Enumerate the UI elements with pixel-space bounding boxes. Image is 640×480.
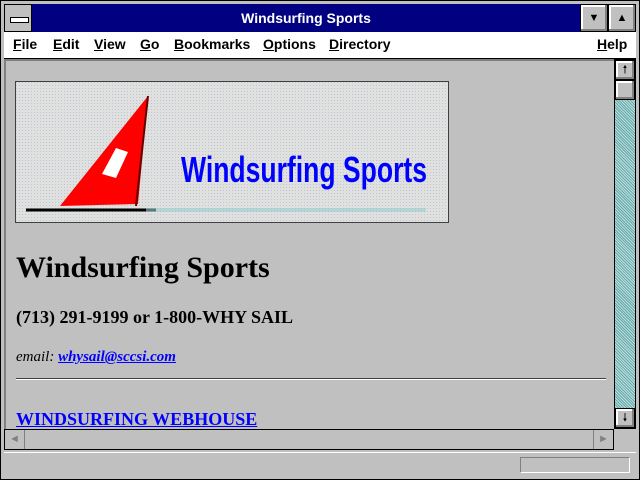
page-content[interactable]: Windsurfing Sports Windsurfing Sports (7… <box>4 59 614 429</box>
scroll-right-button[interactable]: ► <box>593 430 613 449</box>
menu-help[interactable]: Help <box>597 36 627 52</box>
menu-options[interactable]: Options <box>263 36 316 52</box>
menu-directory[interactable]: Directory <box>329 36 390 52</box>
menu-bar: File Edit View Go Bookmarks Options Dire… <box>4 32 636 59</box>
menu-edit[interactable]: Edit <box>53 36 79 52</box>
email-label: email: <box>16 349 55 365</box>
progress-indicator <box>520 457 630 473</box>
banner-image: Windsurfing Sports <box>15 81 449 223</box>
scroll-thumb[interactable] <box>615 80 635 100</box>
minimize-button[interactable]: ▼ <box>580 4 608 32</box>
phone-number: (713) 291-9199 or 1-800-WHY SAIL <box>16 307 293 327</box>
email-link[interactable]: whysail@sccsi.com <box>58 349 176 365</box>
scroll-left-button[interactable]: ◄ <box>5 430 25 449</box>
window-title: Windsurfing Sports <box>241 10 371 26</box>
water-line <box>146 208 426 212</box>
email-line: email: whysail@sccsi.com <box>16 349 176 366</box>
menu-file[interactable]: File <box>13 36 37 52</box>
title-bar[interactable]: Windsurfing Sports ▼ ▲ <box>4 4 636 32</box>
scroll-up-button[interactable]: 🠕 <box>615 60 635 80</box>
menu-go[interactable]: Go <box>140 36 159 52</box>
webhouse-link[interactable]: WINDSURFING WEBHOUSE <box>16 409 257 429</box>
maximize-button[interactable]: ▲ <box>608 4 636 32</box>
banner-graphic: Windsurfing Sports <box>16 82 448 222</box>
system-menu-button[interactable] <box>4 4 32 32</box>
page-heading: Windsurfing Sports <box>16 251 270 284</box>
menu-bookmarks[interactable]: Bookmarks <box>174 36 250 52</box>
system-menu-icon <box>10 17 29 23</box>
menu-view[interactable]: View <box>94 36 126 52</box>
menu-file-rest: ile <box>21 36 38 52</box>
scroll-down-button[interactable]: 🠗 <box>615 408 635 428</box>
banner-title: Windsurfing Sports <box>181 149 427 190</box>
scrollbar-corner <box>614 429 636 450</box>
vertical-scrollbar[interactable]: 🠕 🠗 <box>614 59 636 429</box>
status-text <box>8 457 512 473</box>
horizontal-rule <box>16 378 606 380</box>
horizontal-scrollbar[interactable]: ◄ ► <box>4 429 614 450</box>
status-bar <box>4 452 636 477</box>
